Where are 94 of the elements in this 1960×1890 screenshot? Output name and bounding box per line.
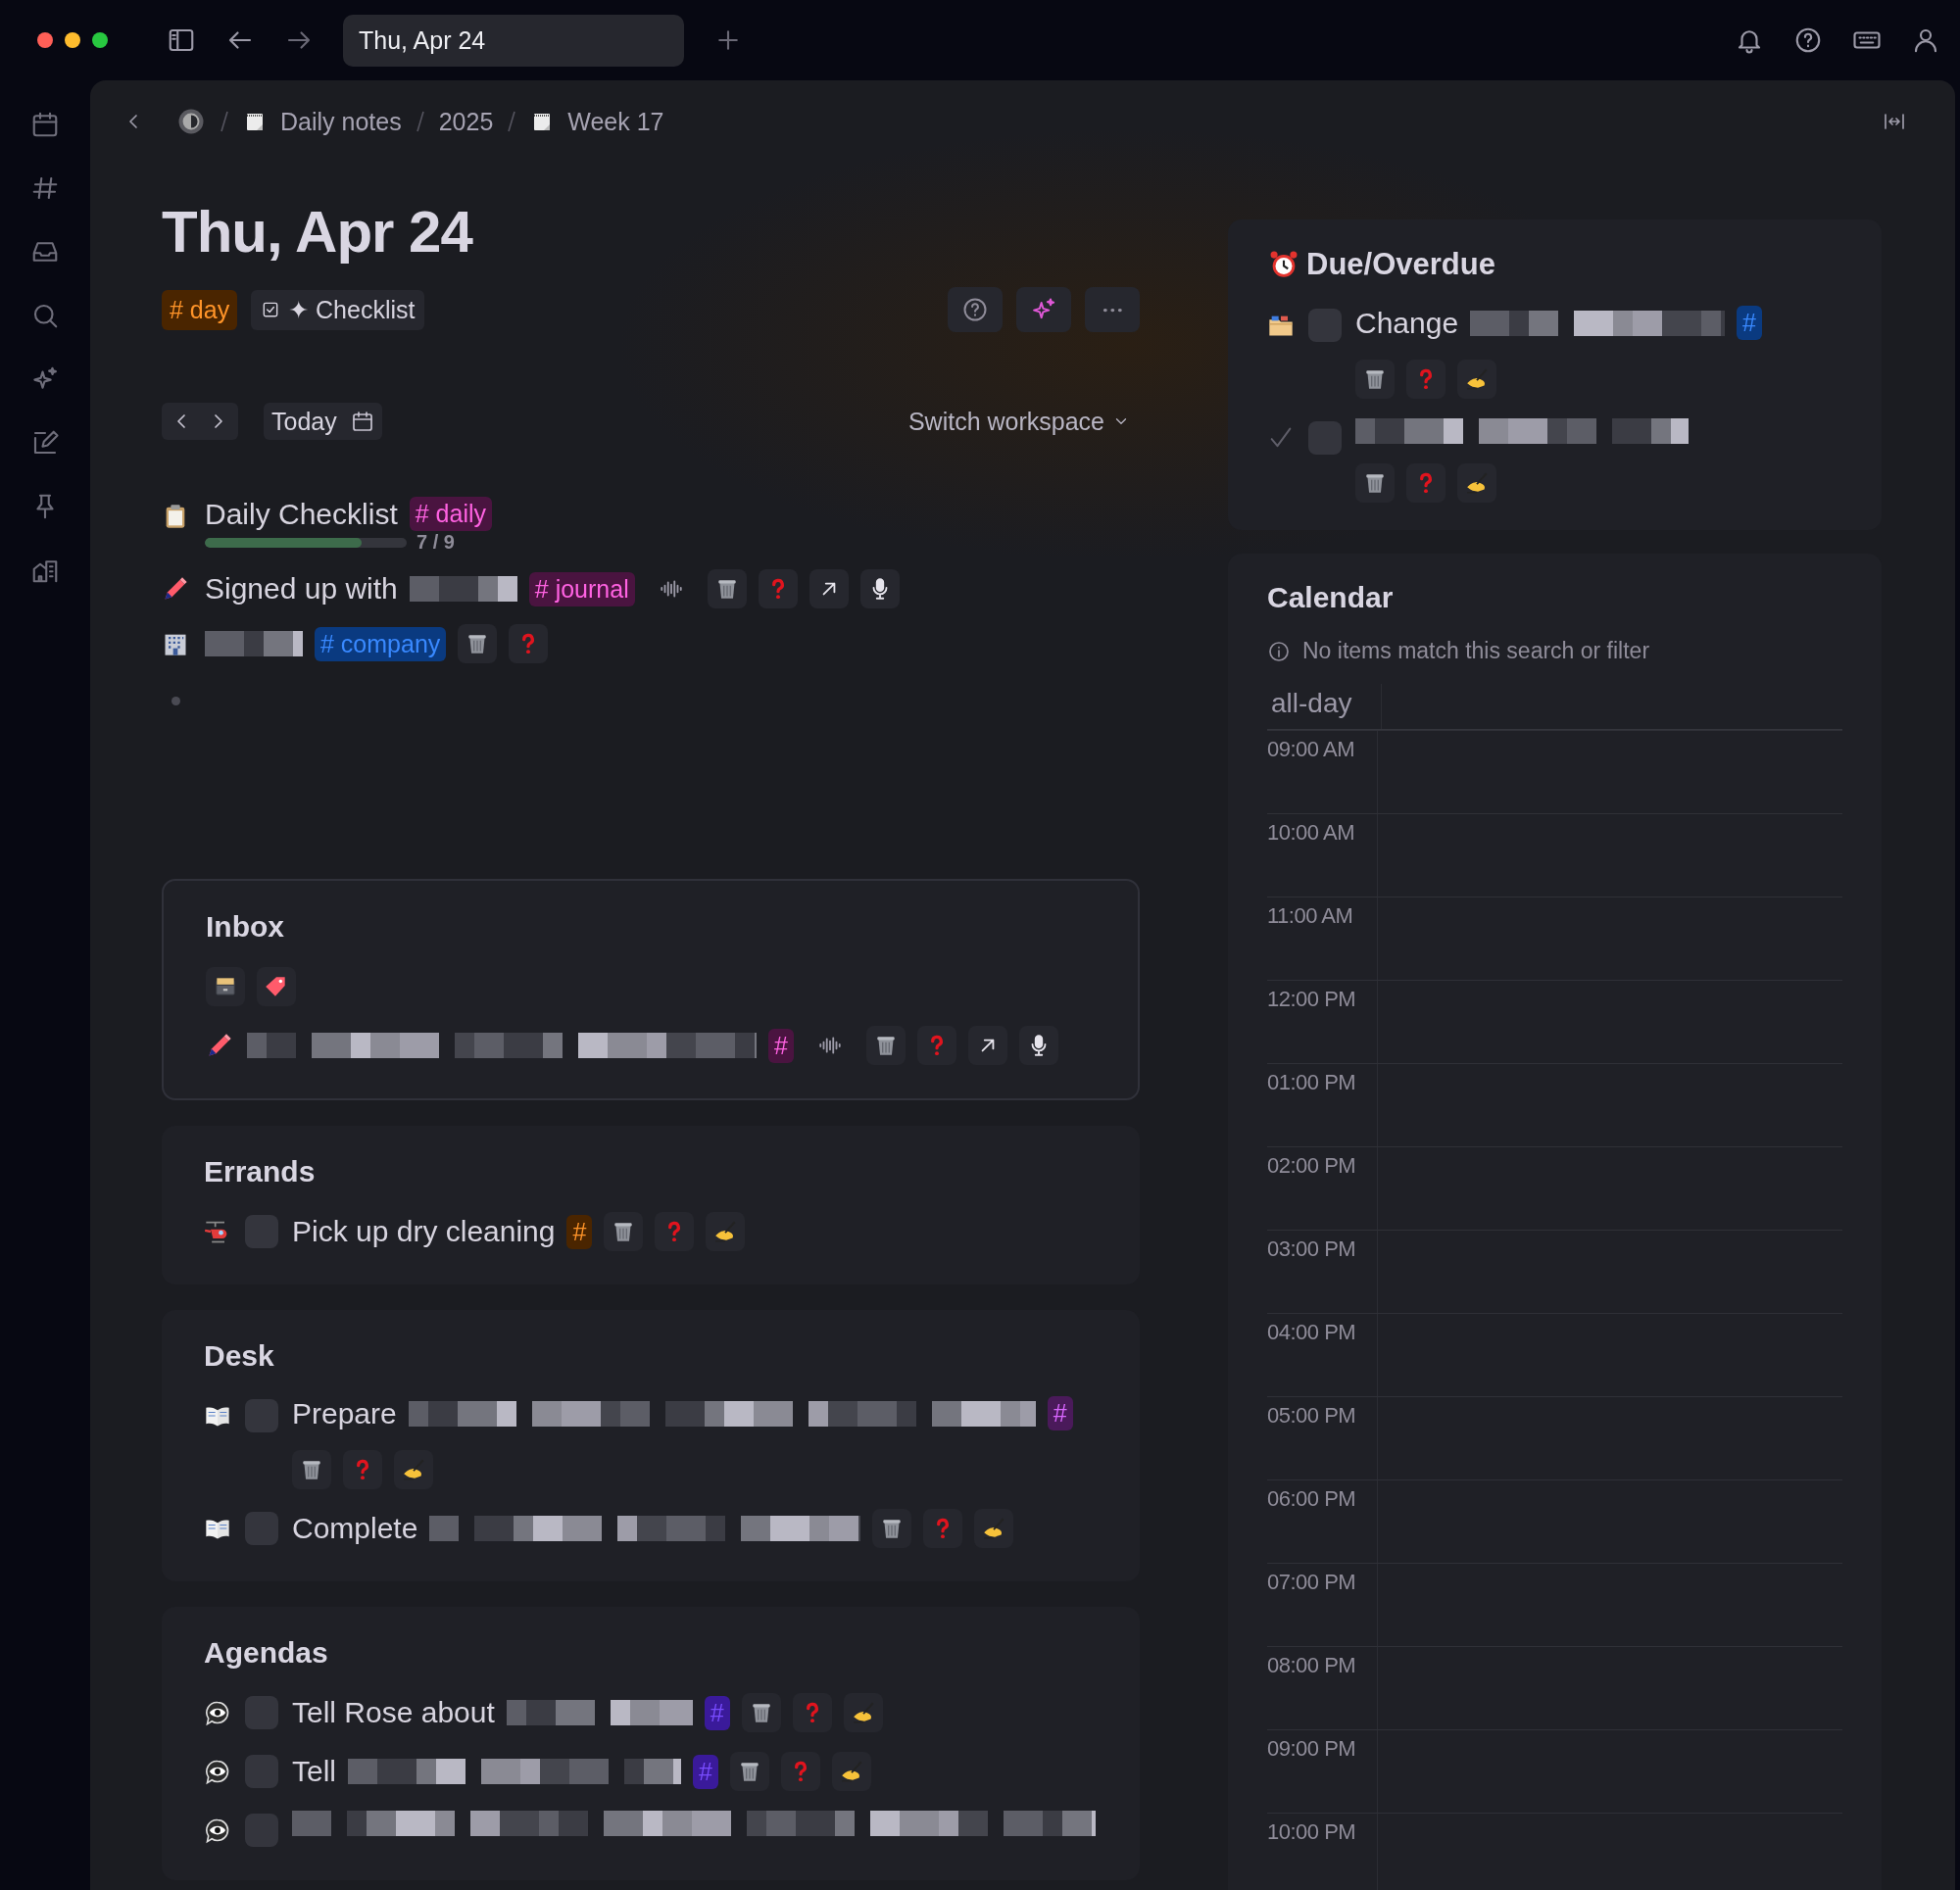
question-mark-icon[interactable] (509, 624, 549, 663)
label-tag-icon[interactable] (257, 967, 296, 1006)
arrow-up-right-icon[interactable] (967, 1026, 1007, 1065)
time-label: 02:00 PM (1267, 1152, 1357, 1180)
time-label: 12:00 PM (1267, 986, 1357, 1013)
task-text[interactable]: Change (1355, 306, 1459, 340)
time-label: 05:00 PM (1267, 1402, 1357, 1430)
question-mark-icon[interactable] (758, 569, 798, 608)
task-checkbox[interactable] (245, 1512, 278, 1545)
eye-icon (204, 1699, 231, 1726)
help-icon (961, 296, 989, 323)
tag-chip[interactable]: # journal (528, 571, 635, 606)
section-title: Due/Overdue (1306, 247, 1495, 282)
all-day-label: all-day (1270, 687, 1353, 720)
time-label: 10:00 PM (1267, 1818, 1357, 1846)
trash-icon[interactable] (707, 569, 747, 608)
time-label: 09:00 AM (1267, 736, 1355, 763)
section-title: Calendar (1267, 581, 1395, 614)
task-text[interactable]: Complete (292, 1512, 418, 1545)
trash-icon[interactable] (872, 1509, 912, 1548)
time-label: 07:00 PM (1267, 1569, 1357, 1596)
task-checkbox[interactable] (245, 1399, 278, 1432)
task-checkbox[interactable] (245, 1755, 278, 1788)
time-label: 10:00 AM (1267, 819, 1355, 847)
eye-icon (204, 1758, 231, 1785)
help-button[interactable] (948, 287, 1003, 332)
tag-chip[interactable]: # (566, 1214, 593, 1249)
task-checkbox[interactable] (245, 1696, 278, 1729)
file-cabinet-icon[interactable] (206, 967, 245, 1006)
slash-separator-icon (220, 110, 229, 133)
time-label: 11:00 AM (1267, 902, 1354, 930)
trash-icon[interactable] (741, 1693, 781, 1732)
help-icon[interactable] (1793, 25, 1823, 55)
trash-icon[interactable] (604, 1212, 644, 1251)
entry-text[interactable]: Signed up with (205, 572, 398, 606)
slash-separator-icon (415, 110, 425, 133)
time-label: 04:00 PM (1267, 1319, 1357, 1346)
date-picker-icon[interactable] (350, 410, 374, 433)
calendar-icon[interactable] (30, 110, 60, 139)
trash-icon[interactable] (292, 1450, 331, 1489)
question-mark-icon[interactable] (343, 1450, 382, 1489)
eye-icon (204, 1817, 231, 1844)
close-window-dot[interactable] (37, 32, 53, 48)
microphone-icon[interactable] (859, 569, 900, 608)
question-mark-icon[interactable] (916, 1026, 956, 1065)
time-label: 03:00 PM (1267, 1236, 1357, 1263)
breadcrumb-link[interactable]: Week 17 (567, 107, 664, 136)
checklist-button[interactable]: ✦ Checklist (251, 289, 425, 330)
section-title: Desk (204, 1339, 275, 1373)
microphone-icon[interactable] (1018, 1026, 1058, 1065)
time-label: 09:00 PM (1267, 1735, 1357, 1763)
breadcrumb-link[interactable]: 2025 (438, 107, 494, 136)
question-mark-icon[interactable] (792, 1693, 832, 1732)
zoom-window-dot[interactable] (92, 32, 108, 48)
tag-chip[interactable]: # daily (409, 497, 492, 531)
info-icon (1267, 639, 1291, 663)
tag-chip[interactable]: # (768, 1028, 794, 1063)
time-label: 08:00 PM (1267, 1652, 1357, 1679)
workspace-logo-icon[interactable] (176, 107, 206, 136)
question-mark-icon[interactable] (923, 1509, 963, 1548)
section-title: Errands (204, 1155, 317, 1188)
question-mark-icon[interactable] (1406, 360, 1446, 399)
breadcrumb-link[interactable]: Daily notes (280, 107, 402, 136)
section-title: Agendas (204, 1636, 329, 1670)
more-icon (1102, 307, 1122, 313)
trash-icon[interactable] (865, 1026, 906, 1065)
section-title: Inbox (206, 910, 285, 944)
task-checkbox[interactable] (245, 1814, 278, 1847)
time-label: 06:00 PM (1267, 1485, 1357, 1513)
empty-message: No items match this search or filter (1302, 638, 1650, 664)
page-title: Thu, Apr 24 (162, 198, 474, 266)
task-text[interactable]: Prepare (292, 1396, 397, 1430)
question-mark-icon[interactable] (1406, 463, 1446, 503)
trash-icon[interactable] (1355, 463, 1395, 503)
tag-chip[interactable]: # day (162, 289, 238, 330)
tag-chip[interactable]: # (1047, 1396, 1073, 1430)
progress-count: 7 / 9 (416, 531, 455, 554)
task-text[interactable]: Pick up dry cleaning (292, 1215, 556, 1248)
slash-separator-icon (507, 110, 517, 133)
question-mark-icon[interactable] (655, 1212, 695, 1251)
task-text[interactable]: Tell Rose about (292, 1696, 495, 1729)
trash-icon[interactable] (458, 624, 498, 663)
minimize-window-dot[interactable] (65, 32, 80, 48)
trash-icon[interactable] (1355, 360, 1395, 399)
ai-button[interactable] (1016, 287, 1071, 332)
arrow-up-right-icon[interactable] (808, 569, 849, 608)
task-text[interactable]: Tell (292, 1755, 336, 1788)
checklist-title[interactable]: Daily Checklist (205, 497, 398, 531)
bullet-point (172, 697, 180, 705)
question-mark-icon[interactable] (780, 1752, 820, 1791)
note-tab[interactable]: Thu, Apr 24 (343, 14, 684, 67)
trash-icon[interactable] (729, 1752, 769, 1791)
time-label: 01:00 PM (1267, 1069, 1357, 1096)
workspace-dropdown[interactable]: Switch workspace (907, 407, 1130, 436)
